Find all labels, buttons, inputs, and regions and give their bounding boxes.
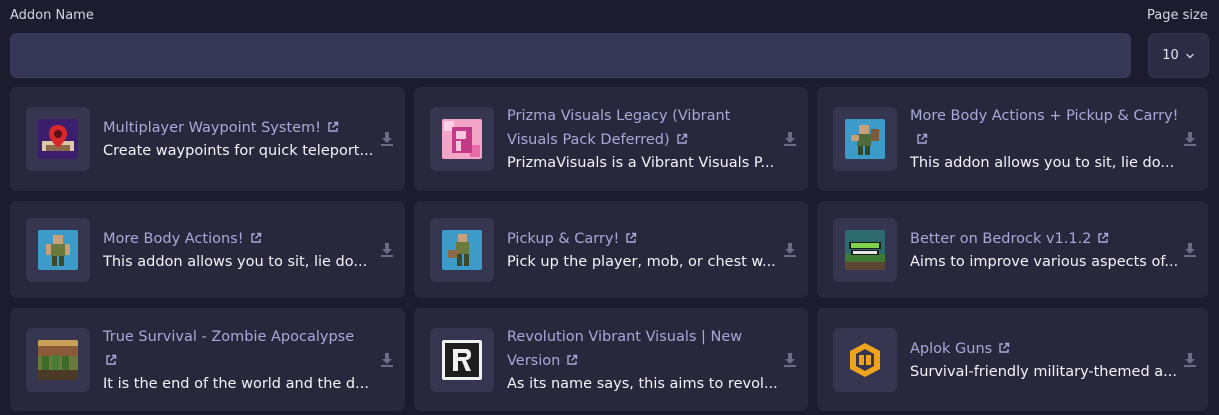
download-icon[interactable] xyxy=(379,131,395,147)
download-icon[interactable] xyxy=(782,242,798,258)
addon-description: PrizmaVisuals is a Vibrant Visuals P... xyxy=(507,155,775,171)
addon-thumbnail xyxy=(833,327,897,392)
revolution-logo xyxy=(442,339,482,380)
external-link-icon[interactable] xyxy=(327,121,339,133)
addon-thumbnail xyxy=(26,107,90,171)
addon-thumbnail xyxy=(430,327,494,392)
addon-title[interactable]: True Survival - Zombie Apocalypse xyxy=(103,325,379,373)
download-icon[interactable] xyxy=(782,131,798,147)
addon-thumbnail xyxy=(26,327,90,392)
addon-title[interactable]: More Body Actions + Pickup & Carry! xyxy=(910,104,1186,152)
download-icon[interactable] xyxy=(379,242,395,258)
download-icon[interactable] xyxy=(379,352,395,368)
addon-name-label: Addon Name xyxy=(10,8,94,23)
addon-title[interactable]: Multiplayer Waypoint System! xyxy=(103,116,379,140)
addon-description: This addon allows you to sit, lie do... xyxy=(910,155,1175,171)
addon-grid: Multiplayer Waypoint System! Create wayp… xyxy=(10,87,1208,411)
external-link-icon[interactable] xyxy=(105,354,117,366)
addon-card[interactable]: True Survival - Zombie Apocalypse It is … xyxy=(10,308,405,411)
addon-card[interactable]: Revolution Vibrant Visuals | New Version… xyxy=(414,308,808,411)
better-on-bedrock-logo xyxy=(845,229,885,270)
page-size-select[interactable]: 10 xyxy=(1148,33,1209,78)
addon-card[interactable]: Pickup & Carry! Pick up the player, mob,… xyxy=(414,201,808,298)
addon-card[interactable]: Prizma Visuals Legacy (Vibrant Visuals P… xyxy=(414,87,808,191)
addon-title[interactable]: More Body Actions! xyxy=(103,227,379,251)
addon-description: It is the end of the world and the d... xyxy=(103,375,369,392)
download-icon[interactable] xyxy=(1182,242,1198,258)
body-actions-art xyxy=(38,229,78,270)
download-icon[interactable] xyxy=(1182,352,1198,368)
external-link-icon[interactable] xyxy=(625,232,637,244)
addon-thumbnail xyxy=(833,217,897,282)
external-link-icon[interactable] xyxy=(566,354,578,366)
addon-title[interactable]: Better on Bedrock v1.1.2 xyxy=(910,227,1186,251)
addon-title[interactable]: Revolution Vibrant Visuals | New Version xyxy=(507,325,783,373)
page-size-value: 10 xyxy=(1162,48,1179,63)
download-icon[interactable] xyxy=(1182,131,1198,147)
top-labels: Addon Name Page size xyxy=(0,0,1219,30)
prizma-logo xyxy=(442,119,482,159)
addon-description: Pick up the player, mob, or chest w... xyxy=(507,253,776,270)
waypoint-pin-icon xyxy=(38,119,78,159)
addon-thumbnail xyxy=(430,217,494,282)
addon-description: Create waypoints for quick teleport... xyxy=(103,143,374,159)
addon-name-search-input[interactable] xyxy=(10,33,1131,78)
addon-card[interactable]: Better on Bedrock v1.1.2 Aims to improve… xyxy=(817,201,1208,298)
addon-description: As its name says, this aims to revol... xyxy=(507,375,778,392)
external-link-icon[interactable] xyxy=(916,133,928,145)
page-size-label: Page size xyxy=(1147,8,1208,23)
addon-title[interactable]: Prizma Visuals Legacy (Vibrant Visuals P… xyxy=(507,104,783,152)
external-link-icon[interactable] xyxy=(676,133,688,145)
addon-title[interactable]: Pickup & Carry! xyxy=(507,227,783,251)
addon-thumbnail xyxy=(430,107,494,171)
addon-card[interactable]: More Body Actions + Pickup & Carry! This… xyxy=(817,87,1208,191)
addon-card[interactable]: Multiplayer Waypoint System! Create wayp… xyxy=(10,87,405,191)
true-survival-art xyxy=(38,339,78,380)
addon-card[interactable]: More Body Actions! This addon allows you… xyxy=(10,201,405,298)
addon-description: Survival-friendly military-themed a... xyxy=(910,363,1177,380)
aplok-logo xyxy=(845,339,885,380)
pickup-carry-art xyxy=(442,229,482,270)
addon-title[interactable]: Aplok Guns xyxy=(910,337,1186,361)
download-icon[interactable] xyxy=(782,352,798,368)
addon-description: This addon allows you to sit, lie do... xyxy=(103,253,368,270)
addon-thumbnail xyxy=(833,107,897,171)
addon-description: Aims to improve various aspects of... xyxy=(910,253,1179,270)
addon-card[interactable]: Aplok Guns Survival-friendly military-th… xyxy=(817,308,1208,411)
external-link-icon[interactable] xyxy=(1097,232,1109,244)
chevron-down-icon xyxy=(1186,53,1194,58)
external-link-icon[interactable] xyxy=(250,232,262,244)
body-actions-carry-art xyxy=(845,119,885,159)
external-link-icon[interactable] xyxy=(998,342,1010,354)
addon-thumbnail xyxy=(26,217,90,282)
